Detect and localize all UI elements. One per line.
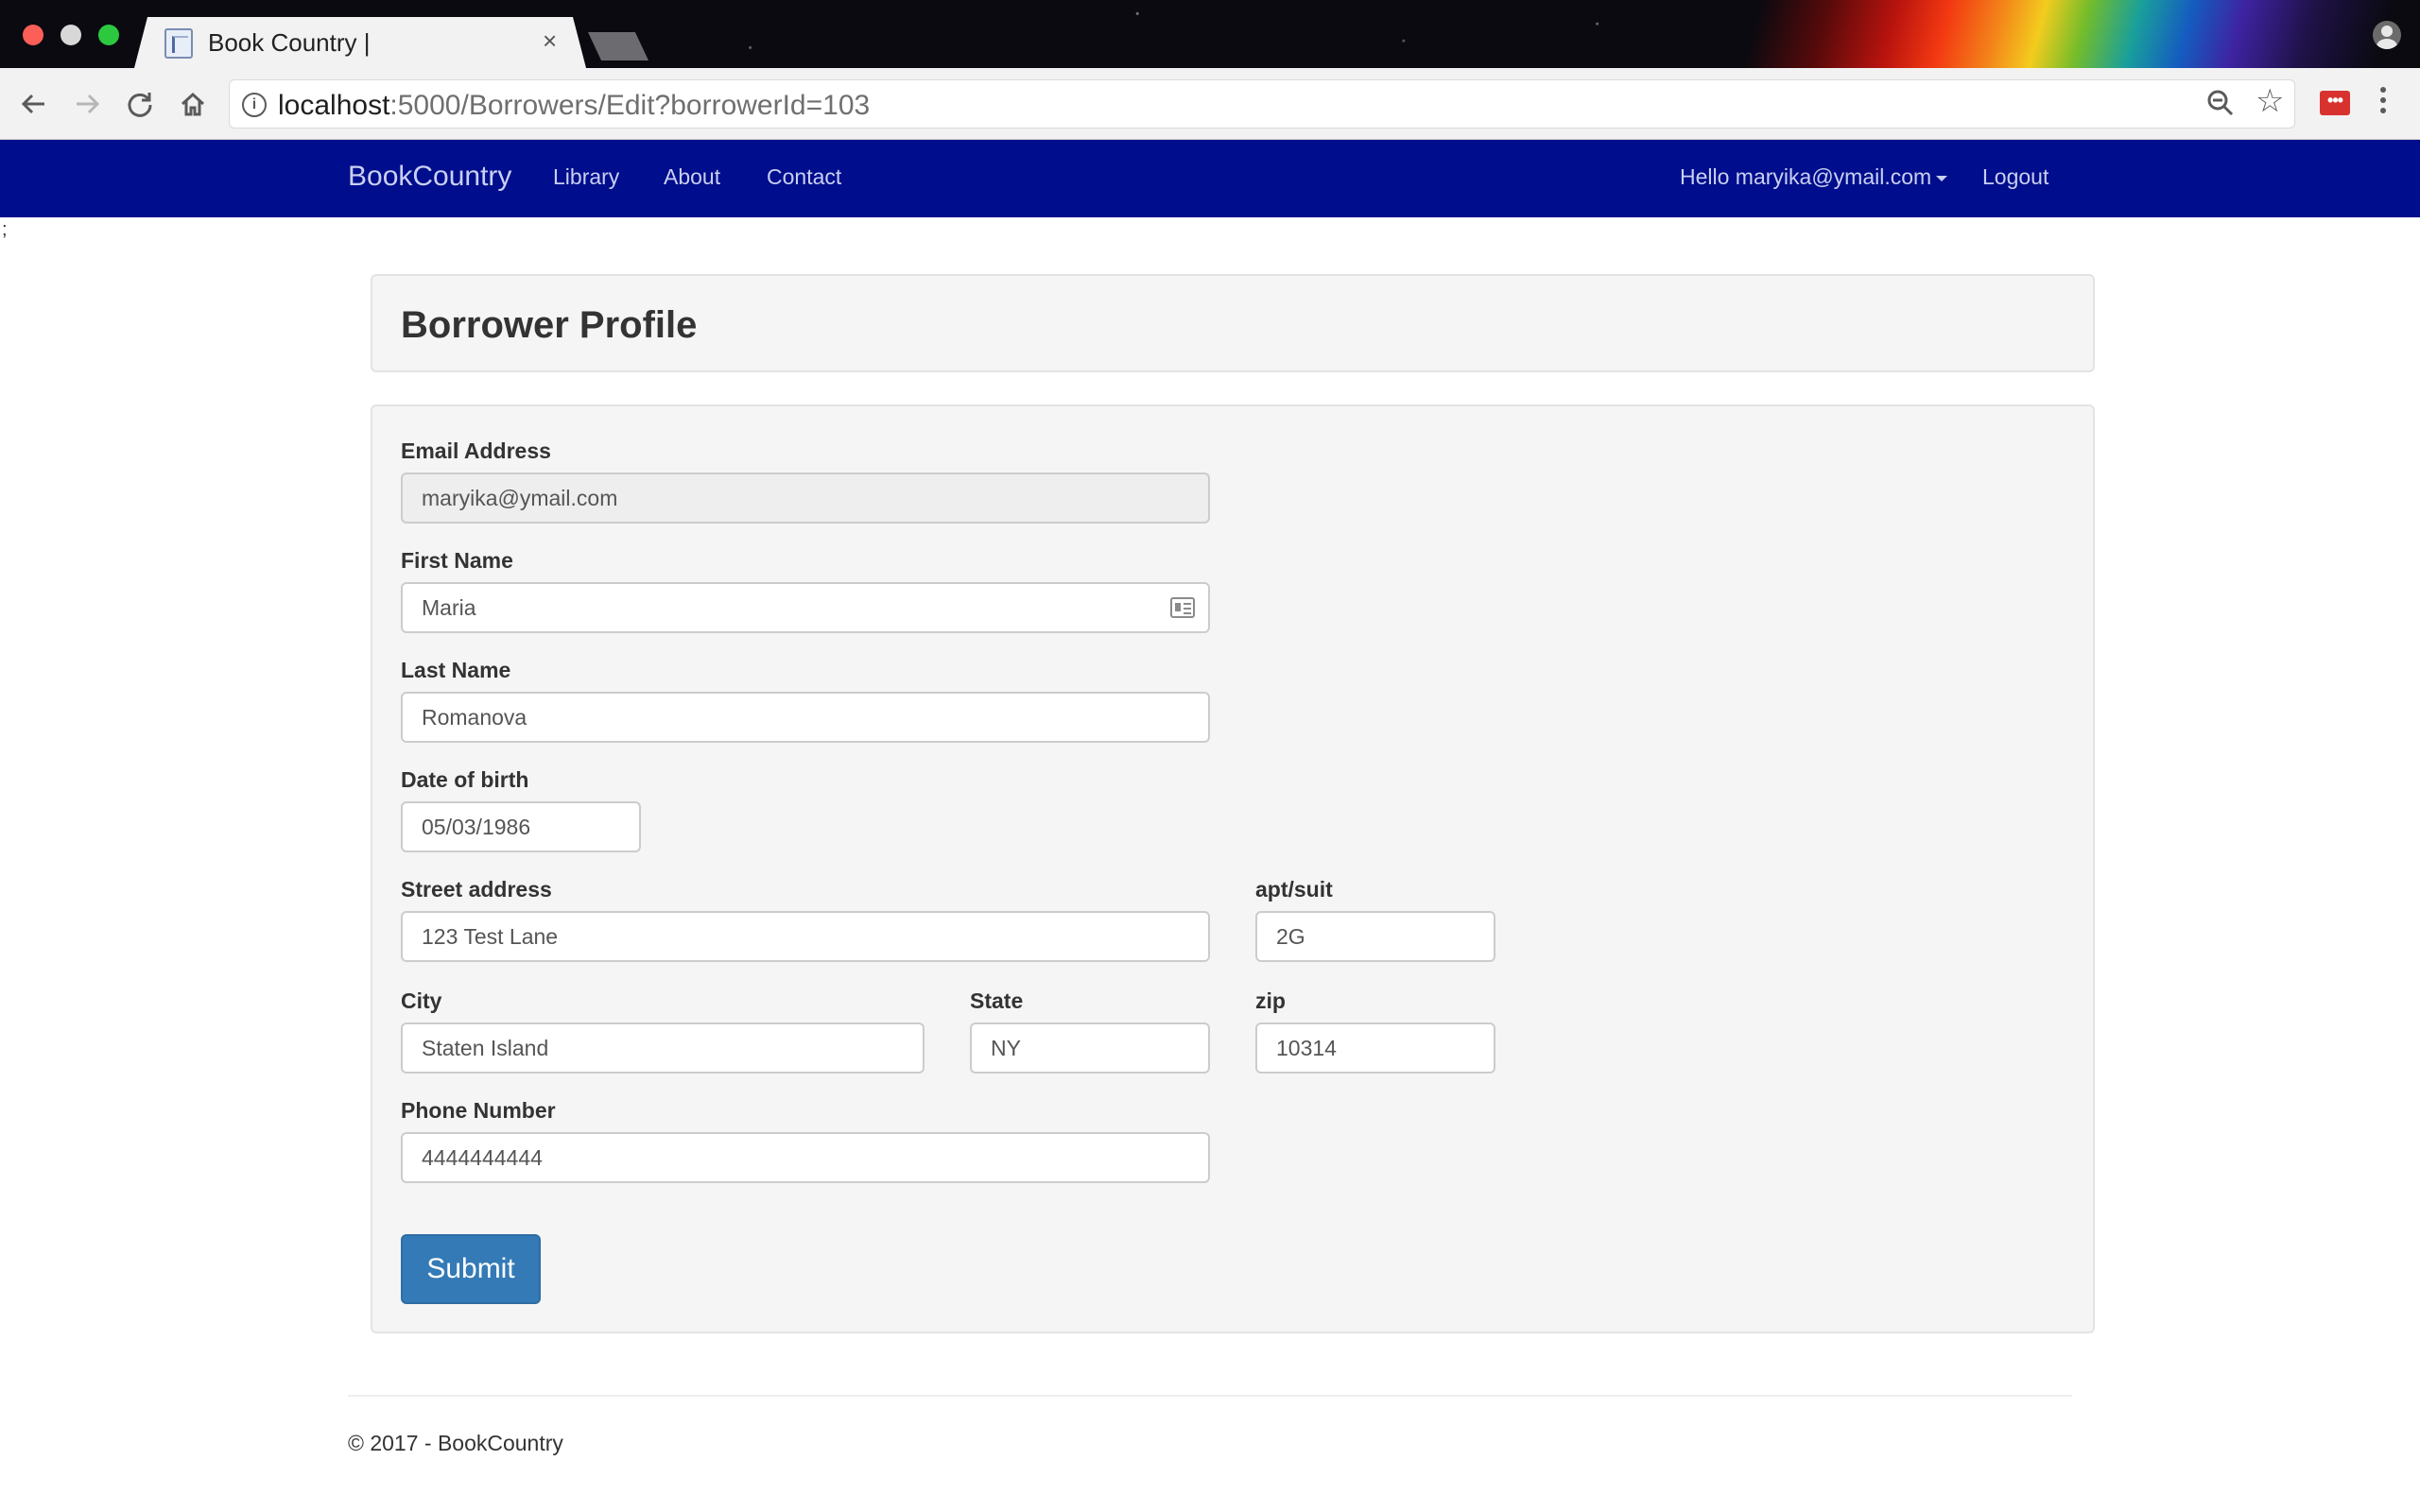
state-field[interactable]: [970, 1022, 1210, 1074]
page-favicon-icon: [164, 28, 193, 59]
dob-label: Date of birth: [401, 767, 529, 792]
last-name-field[interactable]: [401, 692, 1210, 743]
city-label: City: [401, 988, 442, 1013]
logout-link[interactable]: Logout: [1982, 164, 2048, 190]
submit-button[interactable]: Submit: [401, 1234, 541, 1304]
borrower-form-panel: [371, 404, 2095, 1333]
url-host: localhost: [278, 90, 390, 121]
user-menu-dropdown[interactable]: Hello maryika@ymail.com: [1680, 164, 1948, 190]
zip-field[interactable]: [1255, 1022, 1495, 1074]
last-name-label: Last Name: [401, 658, 511, 682]
first-name-field[interactable]: [401, 582, 1210, 633]
email-field[interactable]: [401, 472, 1210, 524]
profile-icon[interactable]: [2373, 21, 2401, 49]
close-window-button[interactable]: [23, 25, 43, 45]
titlebar-theme-image: [1569, 0, 2420, 68]
forward-arrow-icon[interactable]: [68, 85, 106, 123]
info-icon[interactable]: i: [242, 93, 267, 117]
footer-divider: [348, 1395, 2072, 1397]
stray-text: ;: [2, 219, 8, 240]
email-label: Email Address: [401, 438, 551, 463]
page-title: Borrower Profile: [401, 304, 698, 346]
extension-icon[interactable]: •••: [2320, 91, 2350, 115]
nav-about-link[interactable]: About: [664, 164, 720, 190]
apt-label: apt/suit: [1255, 877, 1333, 902]
first-name-label: First Name: [401, 548, 513, 573]
footer-copyright: © 2017 - BookCountry: [348, 1431, 563, 1455]
phone-label: Phone Number: [401, 1098, 556, 1123]
state-label: State: [970, 988, 1024, 1013]
zip-label: zip: [1255, 988, 1286, 1013]
url-path: :5000/Borrowers/Edit?borrowerId=103: [389, 90, 871, 121]
street-label: Street address: [401, 877, 552, 902]
brand-link[interactable]: BookCountry: [348, 161, 511, 193]
home-icon[interactable]: [174, 85, 212, 123]
star-icon[interactable]: ☆: [2256, 85, 2284, 117]
tab-close-icon[interactable]: ×: [543, 26, 557, 55]
back-arrow-icon[interactable]: [15, 85, 53, 123]
tab-title: Book Country |: [208, 28, 371, 57]
street-field[interactable]: [401, 911, 1210, 962]
menu-icon[interactable]: [2378, 87, 2388, 119]
caret-down-icon: [1936, 175, 1948, 181]
address-bar-url[interactable]: localhost:5000/Borrowers/Edit?borrowerId…: [278, 90, 870, 122]
user-greeting: Hello maryika@ymail.com: [1680, 164, 1932, 189]
phone-field[interactable]: [401, 1132, 1210, 1183]
contact-card-icon[interactable]: [1170, 597, 1195, 618]
apt-field[interactable]: [1255, 911, 1495, 962]
nav-library-link[interactable]: Library: [553, 164, 619, 190]
maximize-window-button[interactable]: [98, 25, 119, 45]
minimize-window-button[interactable]: [60, 25, 81, 45]
reload-icon[interactable]: [121, 85, 159, 123]
nav-contact-link[interactable]: Contact: [767, 164, 841, 190]
zoom-icon[interactable]: [2206, 89, 2235, 117]
city-field[interactable]: [401, 1022, 925, 1074]
dob-field[interactable]: [401, 801, 641, 852]
